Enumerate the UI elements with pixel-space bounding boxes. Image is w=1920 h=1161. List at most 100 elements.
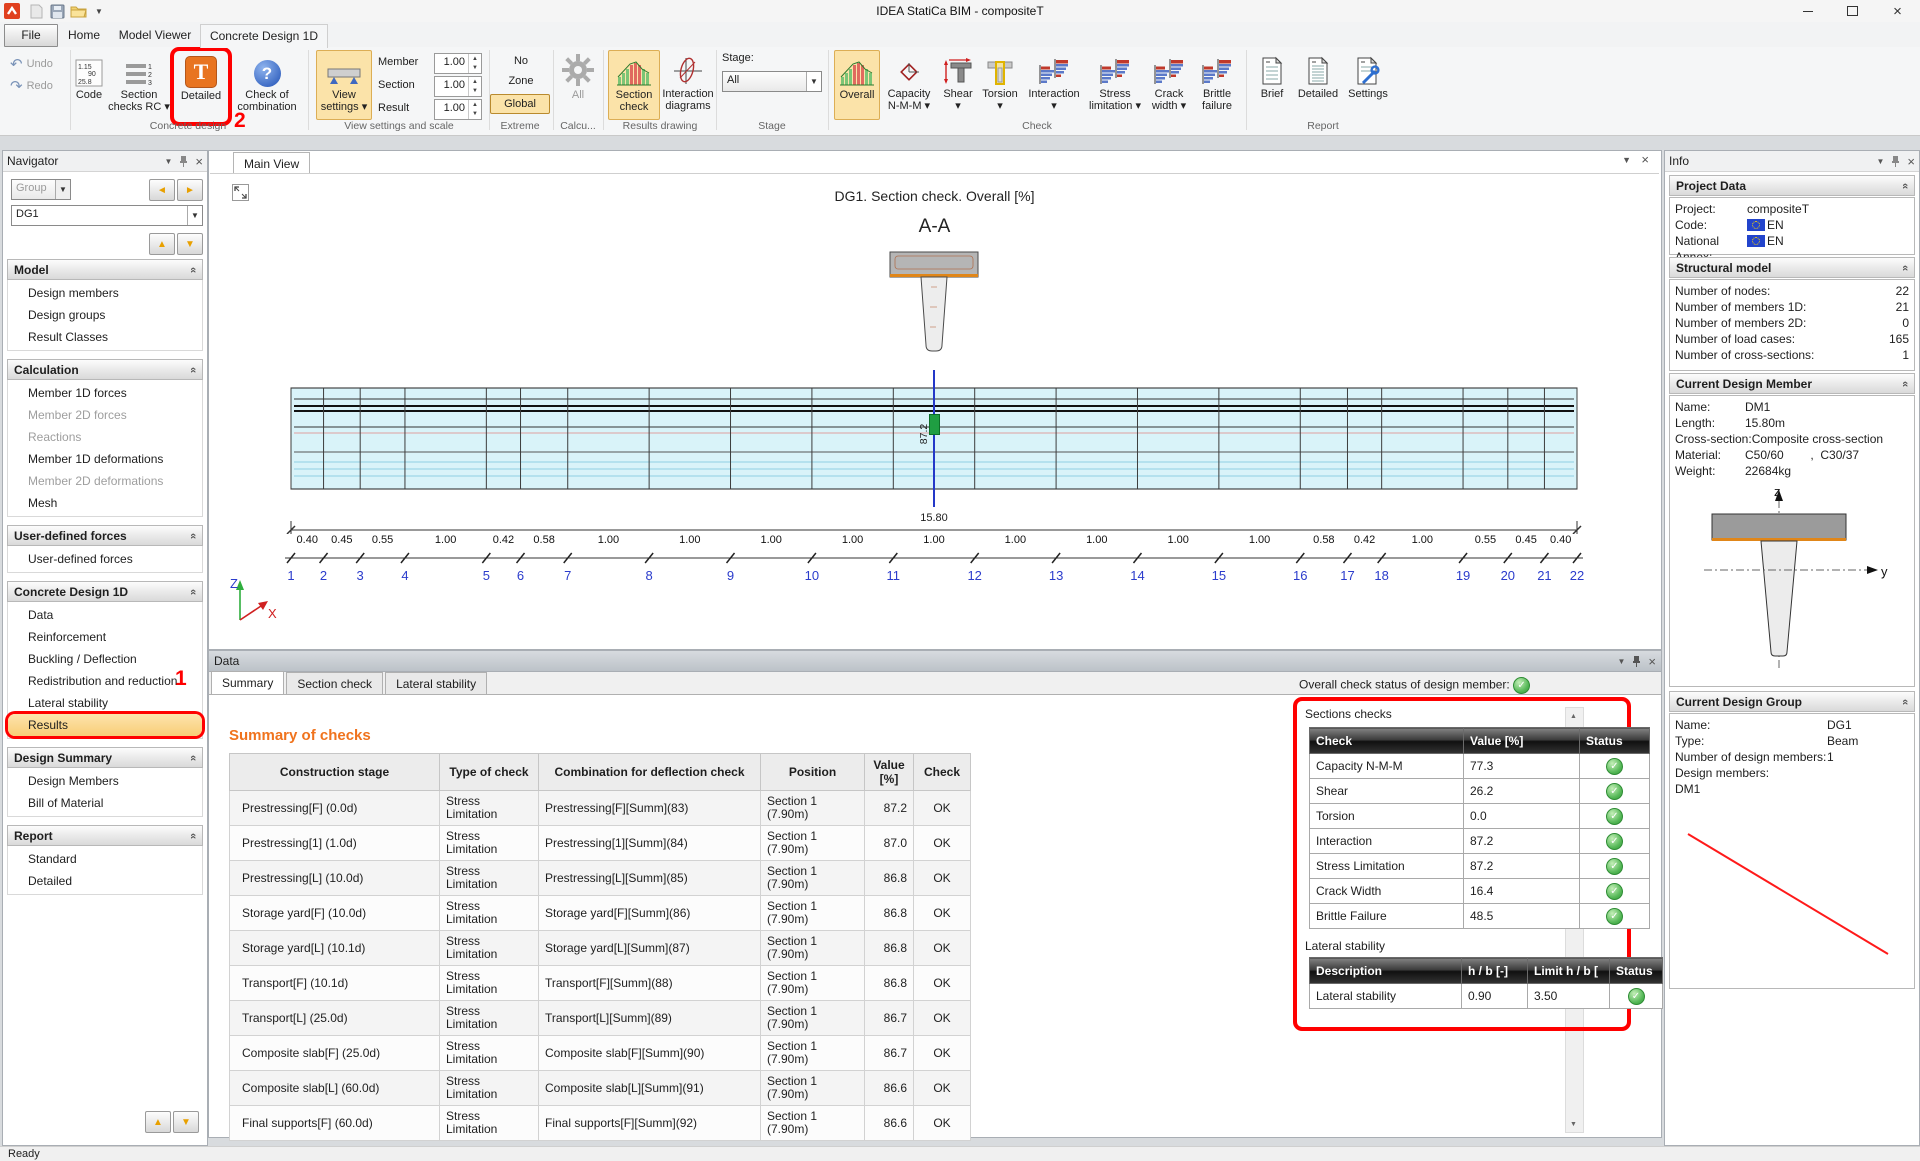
nav-item-member-2d-deformations[interactable]: Member 2D deformations: [8, 470, 202, 492]
current-group-dropdown[interactable]: DG1▼: [11, 205, 203, 226]
nav-bottom-down-button[interactable]: ▼: [173, 1111, 199, 1133]
section-check-button[interactable]: Section check: [608, 50, 660, 120]
main-view-canvas[interactable]: DG1. Section check. Overall [%] A-A 87.2…: [210, 173, 1659, 648]
open-folder-icon[interactable]: [69, 3, 87, 19]
check-interaction-button[interactable]: Interaction ▾: [1024, 50, 1084, 112]
nav-item-standard[interactable]: Standard: [8, 848, 202, 870]
summary-row[interactable]: Composite slab[L] (60.0d)Stress Limitati…: [230, 1071, 971, 1106]
check-overall-button[interactable]: Overall: [834, 50, 880, 120]
collapse-icon[interactable]: «: [1899, 264, 1911, 270]
view-close-icon[interactable]: ×: [1641, 152, 1649, 167]
check-torsion-button[interactable]: Torsion ▾: [978, 50, 1022, 112]
nav-item-reactions[interactable]: Reactions: [8, 426, 202, 448]
check-brittle-failure-button[interactable]: Brittle failure: [1194, 50, 1240, 112]
pin-icon[interactable]: [1632, 655, 1641, 667]
interaction-diagrams-button[interactable]: Interaction diagrams: [660, 50, 716, 112]
nav-item-member-1d-deformations[interactable]: Member 1D deformations: [8, 448, 202, 470]
extreme-no-option[interactable]: No: [492, 55, 550, 67]
tab-concrete-design-1d[interactable]: Concrete Design 1D: [200, 24, 328, 48]
nav-item-member-1d-forces[interactable]: Member 1D forces: [8, 382, 202, 404]
member-scale-stepper[interactable]: 1.00▲▼: [434, 53, 482, 74]
collapse-icon[interactable]: «: [187, 832, 199, 838]
panel-menu-icon[interactable]: ▼: [164, 157, 172, 166]
close-icon[interactable]: ×: [1648, 654, 1656, 669]
close-icon[interactable]: ×: [195, 154, 203, 169]
nav-item-reinforcement[interactable]: Reinforcement: [8, 626, 202, 648]
tab-home[interactable]: Home: [58, 24, 110, 46]
check-shear-button[interactable]: Shear ▾: [940, 50, 976, 112]
prev-member-button[interactable]: ◄: [149, 179, 175, 201]
maximize-button[interactable]: [1830, 0, 1875, 22]
data-tab-lateral-stability[interactable]: Lateral stability: [385, 672, 487, 694]
nav-item-results[interactable]: Results: [8, 714, 202, 736]
redo-button[interactable]: ↷ Redo: [10, 77, 53, 95]
check-stress-limitation-button[interactable]: Stress limitation ▾: [1086, 50, 1144, 112]
nav-item-design-members[interactable]: Design members: [8, 282, 202, 304]
stepper-arrows-icon[interactable]: ▲▼: [468, 54, 481, 73]
panel-menu-icon[interactable]: ▼: [1876, 157, 1884, 166]
extreme-zone-option[interactable]: Zone: [492, 75, 550, 87]
nav-item-design-groups[interactable]: Design groups: [8, 304, 202, 326]
report-brief-button[interactable]: Brief: [1252, 50, 1292, 100]
new-file-icon[interactable]: [27, 3, 45, 19]
nav-item-buckling-deflection[interactable]: Buckling / Deflection: [8, 648, 202, 670]
data-tab-summary[interactable]: Summary: [211, 671, 284, 694]
nav-item-mesh[interactable]: Mesh: [8, 492, 202, 514]
minimize-button[interactable]: [1785, 0, 1830, 22]
summary-row[interactable]: Final supports[F] (60.0d)Stress Limitati…: [230, 1106, 971, 1141]
nav-item-lateral-stability[interactable]: Lateral stability: [8, 692, 202, 714]
summary-row[interactable]: Prestressing[F] (0.0d)Stress LimitationP…: [230, 791, 971, 826]
nav-section-header-user-defined-forces[interactable]: User-defined forces«: [7, 525, 203, 546]
nav-section-header-report[interactable]: Report«: [7, 825, 203, 846]
collapse-icon[interactable]: «: [187, 532, 199, 538]
main-view-tab[interactable]: Main View: [233, 152, 310, 174]
pin-icon[interactable]: [1891, 155, 1900, 167]
data-tab-section-check[interactable]: Section check: [286, 672, 383, 694]
collapse-icon[interactable]: «: [187, 588, 199, 594]
nav-item-design-members[interactable]: Design Members: [8, 770, 202, 792]
nav-item-data[interactable]: Data: [8, 604, 202, 626]
nav-item-member-2d-forces[interactable]: Member 2D forces: [8, 404, 202, 426]
collapse-icon[interactable]: «: [1899, 698, 1911, 704]
result-scale-stepper[interactable]: 1.00▲▼: [434, 99, 482, 120]
code-button[interactable]: 1.159025.8 Code: [72, 51, 106, 101]
quick-access-dropdown-icon[interactable]: ▼: [90, 3, 108, 19]
collapse-icon[interactable]: «: [1899, 380, 1911, 386]
project-data-header[interactable]: Project Data«: [1669, 175, 1915, 196]
current-design-group-header[interactable]: Current Design Group«: [1669, 691, 1915, 712]
check-capacity-button[interactable]: Capacity N-M-M ▾: [880, 50, 938, 112]
pin-icon[interactable]: [179, 155, 188, 167]
collapse-icon[interactable]: «: [1899, 182, 1911, 188]
collapse-icon[interactable]: «: [187, 266, 199, 272]
next-member-button[interactable]: ►: [177, 179, 203, 201]
close-button[interactable]: ×: [1875, 0, 1920, 22]
section-scale-stepper[interactable]: 1.00▲▼: [434, 76, 482, 97]
summary-row[interactable]: Transport[F] (10.1d)Stress LimitationTra…: [230, 966, 971, 1001]
scroll-down-icon[interactable]: ▼: [1566, 1116, 1581, 1132]
nav-section-header-design-summary[interactable]: Design Summary«: [7, 747, 203, 768]
group-mode-dropdown[interactable]: Group▼: [11, 179, 71, 200]
section-cut-line[interactable]: [933, 370, 935, 507]
structural-model-header[interactable]: Structural model«: [1669, 257, 1915, 278]
save-icon[interactable]: [48, 3, 66, 19]
stage-dropdown[interactable]: All▼: [722, 71, 822, 92]
extreme-global-option[interactable]: Global: [490, 94, 550, 114]
collapse-icon[interactable]: «: [187, 754, 199, 760]
view-menu-icon[interactable]: ▼: [1622, 155, 1631, 165]
check-of-combination-button[interactable]: ? Check of combination: [230, 51, 304, 113]
undo-button[interactable]: ↶ Undo: [10, 55, 53, 73]
nav-item-bill-of-material[interactable]: Bill of Material: [8, 792, 202, 814]
collapse-icon[interactable]: «: [187, 366, 199, 372]
check-crack-width-button[interactable]: Crack width ▾: [1146, 50, 1192, 112]
nav-item-redistribution-and-reduction[interactable]: Redistribution and reduction: [8, 670, 202, 692]
summary-row[interactable]: Prestressing[1] (1.0d)Stress LimitationP…: [230, 826, 971, 861]
nav-item-detailed[interactable]: Detailed: [8, 870, 202, 892]
nav-item-result-classes[interactable]: Result Classes: [8, 326, 202, 348]
summary-row[interactable]: Prestressing[L] (10.0d)Stress Limitation…: [230, 861, 971, 896]
nav-section-header-model[interactable]: Model«: [7, 259, 203, 280]
panel-menu-icon[interactable]: ▼: [1617, 657, 1625, 666]
close-icon[interactable]: ×: [1907, 154, 1915, 169]
current-design-member-header[interactable]: Current Design Member«: [1669, 373, 1915, 394]
nav-bottom-up-button[interactable]: ▲: [145, 1111, 171, 1133]
tab-file[interactable]: File: [4, 24, 58, 47]
